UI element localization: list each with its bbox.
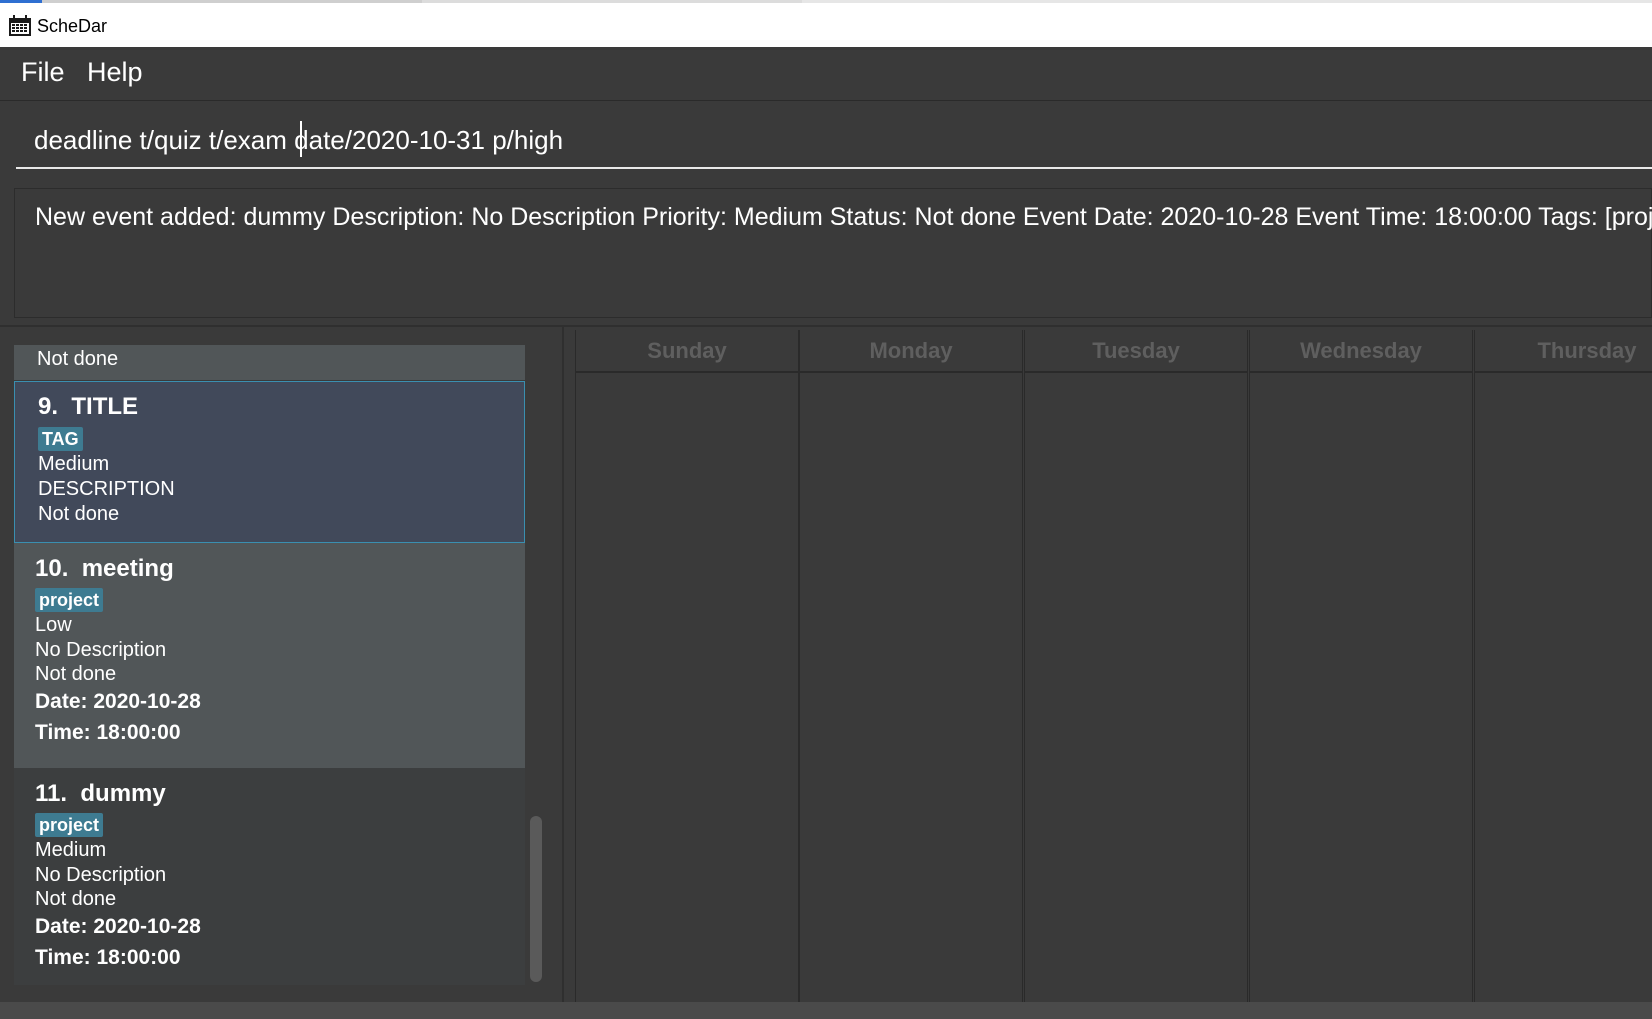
calendar-column-tuesday[interactable]: Tuesday <box>1024 330 1248 1002</box>
list-item[interactable]: Not done <box>14 345 525 380</box>
window-title: ScheDar <box>37 16 108 36</box>
event-status: Not done <box>35 888 117 910</box>
calendar-icon <box>9 15 31 36</box>
result-display[interactable]: New event added: dummy Description: No D… <box>14 188 1652 318</box>
event-priority: Low <box>35 614 72 636</box>
event-tag: TAG <box>38 427 83 451</box>
event-description: DESCRIPTION <box>38 478 175 500</box>
status-bar <box>0 1002 1652 1019</box>
calendar-column-wednesday[interactable]: Wednesday <box>1249 330 1473 1002</box>
event-priority: Medium <box>35 839 107 861</box>
event-status: Not done <box>37 348 119 370</box>
horizontal-divider <box>0 325 1652 327</box>
event-date: Date: 2020-10-28 <box>35 915 201 938</box>
calendar-column-monday[interactable]: Monday <box>799 330 1023 1002</box>
list-item-selected[interactable]: 9. TITLE TAG Medium DESCRIPTION Not done <box>14 381 525 543</box>
event-title: 9. TITLE <box>38 393 139 420</box>
event-tag: project <box>35 813 104 837</box>
event-title: 11. dummy <box>35 780 166 807</box>
event-time: Time: 18:00:00 <box>35 946 181 969</box>
text-caret <box>300 121 302 157</box>
event-status: Not done <box>38 503 120 525</box>
calendar-day-header: Monday <box>800 330 1022 373</box>
menu-file[interactable]: File <box>21 57 65 88</box>
calendar-day-header: Tuesday <box>1025 330 1247 373</box>
list-item[interactable]: 10. meeting project Low No Description N… <box>14 543 525 768</box>
command-input[interactable]: deadline t/quiz t/exam date/2020-10-31 p… <box>16 121 1652 169</box>
event-priority: Medium <box>38 453 110 475</box>
command-text: deadline t/quiz t/exam date/2020-10-31 p… <box>34 125 564 155</box>
command-box: deadline t/quiz t/exam date/2020-10-31 p… <box>0 101 1652 181</box>
menu-help[interactable]: Help <box>87 57 143 88</box>
event-title: 10. meeting <box>35 555 174 582</box>
calendar-column-thursday[interactable]: Thursday <box>1474 330 1652 1002</box>
calendar-day-header: Wednesday <box>1250 330 1472 373</box>
event-date: Date: 2020-10-28 <box>35 690 201 713</box>
list-item[interactable]: 11. dummy project Medium No Description … <box>14 768 525 985</box>
calendar-view: Sunday Monday Tuesday Wednesday Thursday <box>575 330 1652 1002</box>
result-message: New event added: dummy Description: No D… <box>35 203 1652 231</box>
menu-bar: File Help <box>0 47 1652 101</box>
panel-splitter[interactable] <box>562 327 564 1002</box>
event-status: Not done <box>35 663 117 685</box>
event-tag: project <box>35 588 104 612</box>
list-scrollbar-thumb[interactable] <box>530 816 542 982</box>
calendar-day-header: Sunday <box>576 330 798 373</box>
calendar-column-sunday[interactable]: Sunday <box>575 330 799 1002</box>
event-description: No Description <box>35 639 167 661</box>
event-list-panel[interactable]: Not done 9. TITLE TAG Medium DESCRIPTION… <box>14 345 525 985</box>
event-description: No Description <box>35 864 167 886</box>
calendar-day-header: Thursday <box>1475 330 1652 373</box>
event-time: Time: 18:00:00 <box>35 721 181 744</box>
window-titlebar: ScheDar <box>0 3 1652 47</box>
